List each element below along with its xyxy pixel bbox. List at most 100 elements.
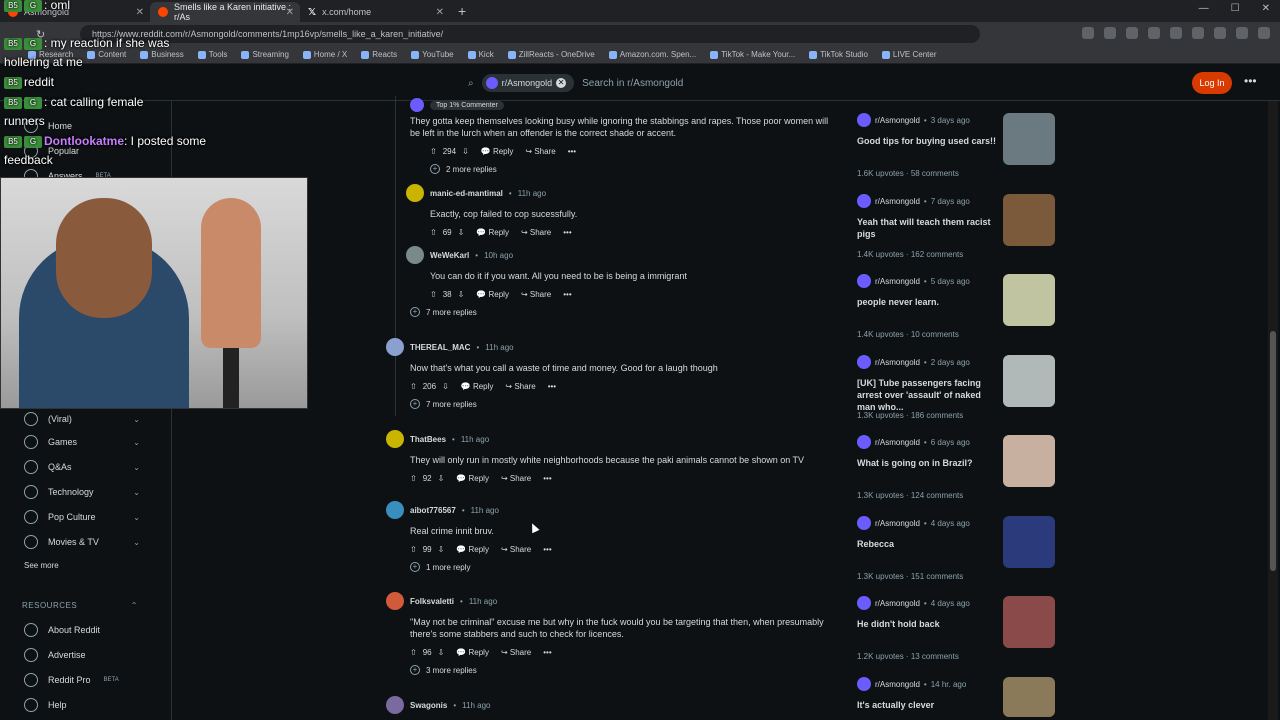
resources-header[interactable]: RESOURCES ⌃	[22, 601, 138, 610]
bookmark-item[interactable]: Streaming	[241, 50, 289, 59]
tab-x-home[interactable]: 𝕏 x.com/home ✕	[300, 2, 450, 22]
bookmark-item[interactable]: Reacts	[361, 50, 397, 59]
downvote-icon[interactable]: ⇩	[462, 147, 469, 156]
bookmark-item[interactable]: Tools	[197, 50, 227, 59]
related-post[interactable]: r/Asmongold • 3 days ago Good tips for buy…	[857, 113, 1057, 178]
reply-button[interactable]: 💬 Reply	[461, 382, 494, 391]
downvote-icon[interactable]: ⇩	[438, 648, 445, 657]
username[interactable]: aibot776567	[410, 506, 456, 515]
scrollbar-thumb[interactable]	[1270, 331, 1276, 571]
see-more-link[interactable]: See more	[24, 561, 59, 570]
close-icon[interactable]: ✕	[286, 7, 294, 18]
more-replies-button[interactable]: +7 more replies	[410, 307, 841, 317]
more-replies-button[interactable]: +7 more replies	[410, 399, 841, 409]
username[interactable]: Folksvaletti	[410, 597, 454, 606]
upvote-icon[interactable]: ⇧	[410, 545, 417, 554]
upvote-icon[interactable]: ⇧	[410, 474, 417, 483]
related-post[interactable]: r/Asmongold • 5 days ago people never lear…	[857, 274, 1057, 339]
more-options-icon[interactable]: •••	[543, 648, 551, 657]
extension-icon[interactable]	[1104, 27, 1116, 39]
reply-button[interactable]: 💬 Reply	[456, 648, 489, 657]
extension-icon[interactable]	[1236, 27, 1248, 39]
sidebar-item-help[interactable]: Help	[24, 698, 144, 712]
url-input[interactable]: https://www.reddit.com/r/Asmongold/comme…	[80, 25, 980, 43]
related-post[interactable]: r/Asmongold • 2 days ago [UK] Tube passeng…	[857, 355, 1057, 420]
subreddit-chip[interactable]: r/Asmongold ✕	[481, 74, 575, 92]
reply-button[interactable]: 💬 Reply	[476, 228, 509, 237]
profile-avatar-icon[interactable]	[1258, 27, 1270, 39]
bookmark-item[interactable]: TikTok - Make Your...	[710, 50, 795, 59]
sidebar-item-movies-tv[interactable]: Movies & TV ⌄	[24, 535, 144, 549]
extension-icon[interactable]	[1170, 27, 1182, 39]
tab-karen-initiative[interactable]: Smells like a Karen initiative : r/As ✕	[150, 2, 300, 22]
username[interactable]: THEREAL_MAC	[410, 343, 470, 352]
sidebar-item-reddit-pro[interactable]: Reddit Pro BETA	[24, 673, 144, 687]
extension-icon[interactable]	[1192, 27, 1204, 39]
reply-button[interactable]: 💬 Reply	[481, 147, 514, 156]
downvote-icon[interactable]: ⇩	[438, 474, 445, 483]
share-button[interactable]: ↪ Share	[525, 147, 555, 156]
more-options-icon[interactable]: •••	[568, 147, 576, 156]
reply-button[interactable]: 💬 Reply	[476, 290, 509, 299]
more-options-icon[interactable]: •••	[543, 474, 551, 483]
sidebar-item-viral[interactable]: (Viral) ⌄	[24, 412, 144, 426]
username[interactable]: ThatBees	[410, 435, 446, 444]
related-post[interactable]: r/Asmongold • 6 days ago What is going on …	[857, 435, 1057, 500]
downvote-icon[interactable]: ⇩	[438, 545, 445, 554]
related-post[interactable]: r/Asmongold • 14 hr. ago It's actually cle…	[857, 677, 1057, 717]
upvote-icon[interactable]: ⇧	[410, 648, 417, 657]
sidebar-item-games[interactable]: Games ⌄	[24, 435, 144, 449]
page-scrollbar[interactable]	[1268, 101, 1278, 720]
username[interactable]: Swagonis	[410, 701, 447, 710]
extension-icon[interactable]	[1214, 27, 1226, 39]
share-button[interactable]: ↪ Share	[521, 290, 551, 299]
reply-button[interactable]: 💬 Reply	[456, 474, 489, 483]
sidebar-item-pop-culture[interactable]: Pop Culture ⌄	[24, 510, 144, 524]
related-post[interactable]: r/Asmongold • 4 days ago He didn't hold ba…	[857, 596, 1057, 661]
downvote-icon[interactable]: ⇩	[458, 228, 465, 237]
bookmark-item[interactable]: TikTok Studio	[809, 50, 868, 59]
login-button[interactable]: Log In	[1192, 72, 1232, 94]
sidebar-item-about[interactable]: About Reddit	[24, 623, 144, 637]
downvote-icon[interactable]: ⇩	[442, 382, 449, 391]
upvote-icon[interactable]: ⇧	[430, 290, 437, 299]
share-button[interactable]: ↪ Share	[501, 545, 531, 554]
upvote-icon[interactable]: ⇧	[410, 382, 417, 391]
minimize-icon[interactable]: —	[1199, 3, 1209, 14]
search-bar[interactable]: ⌕ r/Asmongold ✕ Search in r/Asmongold	[468, 71, 828, 95]
more-replies-button[interactable]: +3 more replies	[410, 665, 841, 675]
extension-icon[interactable]	[1082, 27, 1094, 39]
username[interactable]: manic-ed-mantimal	[430, 189, 503, 198]
new-tab-button[interactable]: +	[458, 3, 466, 19]
bookmark-item[interactable]: LIVE Center	[881, 50, 937, 59]
close-window-icon[interactable]: ✕	[1262, 3, 1270, 14]
sidebar-item-technology[interactable]: Technology ⌄	[24, 485, 144, 499]
extension-icon[interactable]	[1148, 27, 1160, 39]
more-replies-button[interactable]: +1 more reply	[410, 562, 841, 572]
more-options-icon[interactable]: •••	[1244, 74, 1257, 88]
more-options-icon[interactable]: •••	[543, 545, 551, 554]
more-options-icon[interactable]: •••	[563, 228, 571, 237]
related-post[interactable]: r/Asmongold • 7 days ago Yeah that will te…	[857, 194, 1057, 259]
close-icon[interactable]: ✕	[556, 78, 567, 88]
related-post[interactable]: r/Asmongold • 4 days ago Rebecca 1.3K upvo…	[857, 516, 1057, 581]
bookmark-item[interactable]: ZillReacts - OneDrive	[507, 50, 595, 59]
reply-button[interactable]: 💬 Reply	[456, 545, 489, 554]
share-button[interactable]: ↪ Share	[505, 382, 535, 391]
bookmark-item[interactable]: Home / X	[302, 50, 347, 59]
share-button[interactable]: ↪ Share	[501, 474, 531, 483]
share-button[interactable]: ↪ Share	[501, 648, 531, 657]
extension-icon[interactable]	[1126, 27, 1138, 39]
downvote-icon[interactable]: ⇩	[458, 290, 465, 299]
bookmark-item[interactable]: Kick	[467, 50, 494, 59]
more-replies-button[interactable]: +2 more replies	[430, 164, 840, 174]
close-icon[interactable]: ✕	[436, 7, 444, 18]
bookmark-item[interactable]: YouTube	[411, 50, 454, 59]
more-options-icon[interactable]: •••	[563, 290, 571, 299]
maximize-icon[interactable]: ☐	[1231, 3, 1240, 14]
close-icon[interactable]: ✕	[136, 7, 144, 18]
sidebar-item-advertise[interactable]: Advertise	[24, 648, 144, 662]
bookmark-item[interactable]: Amazon.com. Spen...	[608, 50, 696, 59]
upvote-icon[interactable]: ⇧	[430, 228, 437, 237]
more-options-icon[interactable]: •••	[548, 382, 556, 391]
